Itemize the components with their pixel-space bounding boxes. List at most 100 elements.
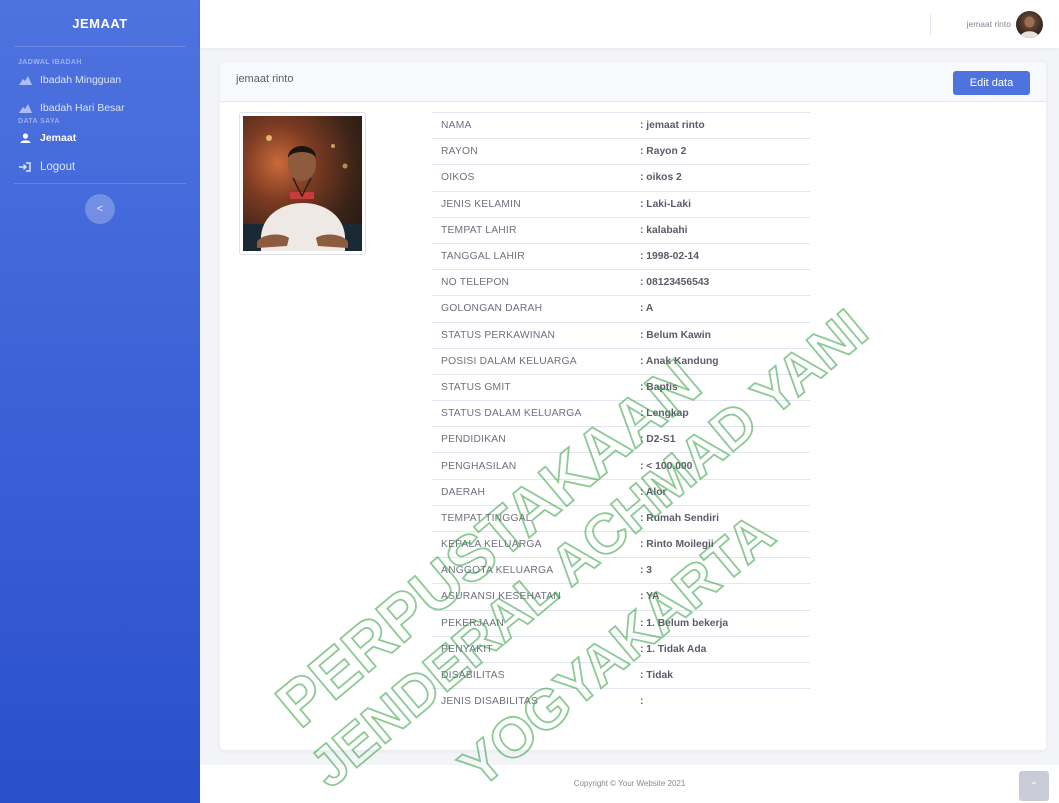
footer-copyright: Copyright © Your Website 2021 [573,779,686,788]
detail-label: NAMA [441,120,472,132]
detail-value: : A [640,303,654,315]
detail-row: TANGGAL LAHIR : 1998-02-14 [432,242,810,269]
detail-label: STATUS DALAM KELUARGA [441,408,582,420]
detail-value: : Tidak [640,670,673,682]
detail-value: : kalabahi [640,224,688,236]
sidebar-brand[interactable]: JEMAAT [0,0,200,46]
topbar-divider [930,14,931,36]
detail-row: TEMPAT TINGGAL : Rumah Sendiri [432,504,810,531]
sidebar-item-label: Ibadah Mingguan [40,74,122,86]
detail-row: KEPALA KELUARGA : Rinto Moilegii [432,531,810,557]
sidebar-item-ibadah-mingguan[interactable]: Ibadah Mingguan [0,66,200,94]
detail-label: ANGGOTA KELUARGA [441,565,554,577]
detail-row: RAYON: Rayon 2 [432,138,810,164]
detail-value: : 08123456543 [640,277,710,289]
detail-row: ASURANSI KESEHATAN : YA [432,583,810,609]
detail-row: STATUS DALAM KELUARGA : Lengkap [432,400,810,426]
detail-row: DISABILITAS : Tidak [432,661,810,688]
detail-label: GOLONGAN DARAH [441,303,543,315]
avatar[interactable] [1016,11,1043,38]
chevron-up-icon: ⌃ [1029,780,1039,792]
detail-row: GOLONGAN DARAH : A [432,295,810,321]
detail-value: : Rinto Moilegii [640,539,714,551]
detail-label: OIKOS [441,172,475,184]
detail-label: JENIS DISABILITAS [441,696,539,708]
detail-value: : 1. Belum bekerja [640,617,729,629]
detail-row: STATUS GMIT : Baptis [432,373,810,400]
detail-value: : D2-S1 [640,434,676,446]
section-heading-data-saya: DATA SAYA [18,118,60,125]
detail-label: PEKERJAAN [441,617,505,629]
detail-label: DAERAH [441,486,486,498]
topbar: jemaat rinto [200,0,1059,48]
detail-label: TANGGAL LAHIR [441,251,525,263]
detail-label: TEMPAT TINGGAL [441,512,532,524]
detail-value: : jemaat rinto [640,120,705,132]
detail-label: KEPALA KELUARGA [441,539,542,551]
section-heading-jadwal: JADWAL IBADAH [18,59,82,66]
detail-label: STATUS PERKAWINAN [441,329,556,341]
detail-row: PENGHASILAN : < 100.000 [432,452,810,478]
edit-data-button[interactable]: Edit data [953,71,1030,95]
detail-value: : 1. Tidak Ada [640,643,707,655]
logout-icon [18,162,32,172]
sidebar-item-jemaat[interactable]: Jemaat [0,125,200,151]
detail-value: : Alor [640,486,667,498]
detail-row: NAMA : jemaat rinto [432,112,810,138]
sidebar-item-logout[interactable]: Logout [0,151,200,183]
detail-label: POSISI DALAM KELUARGA [441,355,577,367]
topbar-user-name[interactable]: jemaat rinto [967,19,1011,29]
detail-row: JENIS KELAMIN : Laki-Laki [432,190,810,217]
detail-value: : YA [640,591,660,603]
profile-photo-frame [239,112,366,255]
profile-card: jemaat rinto Edit data NAMA: jemaat rint… [220,62,1046,750]
detail-value: : Laki-Laki [640,198,691,210]
detail-row: NO TELEPON : 08123456543 [432,269,810,295]
footer: Copyright © Your Website 2021 ⌃ [200,765,1059,803]
detail-label: DISABILITAS [441,670,505,682]
sidebar-item-label: Jemaat [40,132,77,144]
detail-row: STATUS PERKAWINAN : Belum Kawin [432,321,810,348]
detail-value: : 1998-02-14 [640,251,699,263]
sidebar: JEMAAT JADWAL IBADAH Ibadah Mingguan Iba… [0,0,200,803]
detail-row: OIKOS : oikos 2 [432,164,810,190]
detail-label: ASURANSI KESEHATAN [441,591,561,603]
profile-details-table: NAMA : jemaat rinto RAYON: Rayon 2 OIKOS : o… [432,112,810,714]
sidebar-item-label: Ibadah Hari Besar [40,102,125,114]
detail-value: : Lengkap [640,408,689,420]
church-icon [18,75,32,85]
detail-label: TEMPAT LAHIR [441,224,517,236]
detail-label: STATUS GMIT [441,381,511,393]
sidebar-divider [14,46,186,47]
detail-row: JENIS DISABILITAS: [432,688,810,714]
detail-label: JENIS KELAMIN [441,198,521,210]
card-title: jemaat rinto [236,73,294,85]
detail-row: PEKERJAAN : 1. Belum bekerja [432,609,810,636]
sidebar-item-label: Logout [40,161,76,173]
user-icon [18,133,32,143]
detail-label: RAYON [441,146,478,158]
church-icon [18,103,32,113]
detail-row: POSISI DALAM KELUARGA : Anak Kandung [432,347,810,374]
detail-value: : Belum Kawin [640,329,711,341]
detail-label: PENGHASILAN [441,460,517,472]
scroll-to-top-button[interactable]: ⌃ [1019,771,1049,801]
detail-row: TEMPAT LAHIR : kalabahi [432,216,810,243]
detail-value: : oikos 2 [640,172,682,184]
card-header: jemaat rinto Edit data [220,62,1046,102]
detail-label: NO TELEPON [441,277,510,289]
detail-row: DAERAH : Alor [432,478,810,505]
detail-value: : Rumah Sendiri [640,512,719,524]
detail-value: : Anak Kandung [640,355,719,367]
detail-value: : [640,696,644,708]
detail-row: PENYAKIT : 1. Tidak Ada [432,635,810,662]
detail-value: : 3 [640,565,653,577]
profile-photo [243,116,362,251]
detail-row: ANGGOTA KELUARGA : 3 [432,557,810,583]
detail-value: : < 100.000 [640,460,693,472]
sidebar-toggle-button[interactable]: < [85,194,115,224]
detail-row: PENDIDIKAN: D2-S1 [432,426,810,452]
detail-label: PENYAKIT [441,643,493,655]
detail-value: : Baptis [640,381,678,393]
sidebar-divider [14,183,186,184]
